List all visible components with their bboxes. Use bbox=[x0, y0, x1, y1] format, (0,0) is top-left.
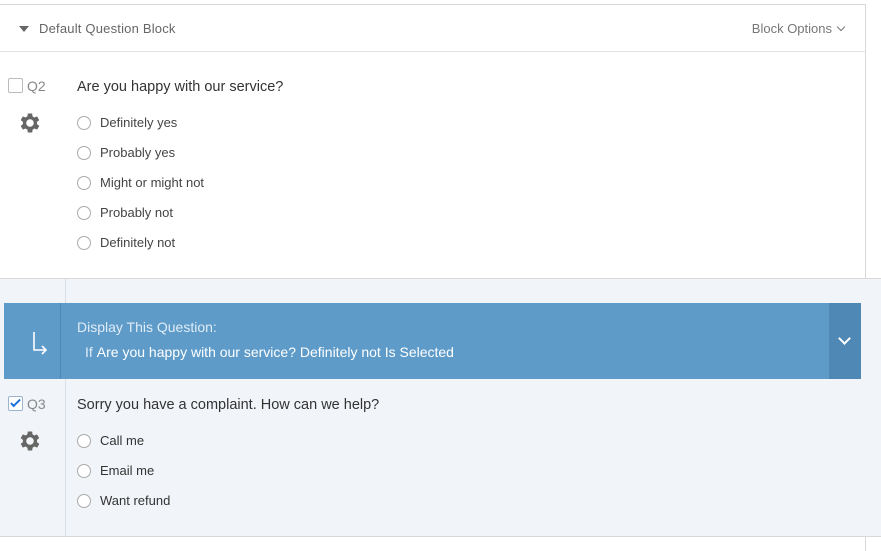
choice-label: Want refund bbox=[100, 493, 171, 508]
question-text[interactable]: Sorry you have a complaint. How can we h… bbox=[77, 397, 379, 413]
choice-option[interactable]: Probably not bbox=[77, 205, 173, 220]
choice-label: Email me bbox=[100, 463, 155, 478]
if-keyword: If bbox=[85, 344, 93, 360]
branch-arrow-icon bbox=[33, 332, 48, 355]
block-options-button[interactable]: Block Options bbox=[751, 21, 846, 36]
radio-button[interactable] bbox=[77, 205, 91, 220]
choice-label: Probably not bbox=[100, 205, 173, 220]
display-logic-banner[interactable]: Display This Question: If Are you happy w… bbox=[4, 303, 861, 379]
choice-label: Definitely yes bbox=[100, 115, 178, 130]
block-header: Default Question Block Block Options bbox=[0, 5, 865, 52]
bottom-border bbox=[0, 536, 881, 537]
display-logic-condition[interactable]: If Are you happy with our service? Defini… bbox=[85, 344, 454, 360]
radio-button[interactable] bbox=[77, 175, 91, 190]
logic-icon-cell bbox=[4, 303, 61, 379]
question-q2: Q2 Are you happy with our service? Defin… bbox=[0, 53, 865, 278]
choice-option[interactable]: Email me bbox=[77, 463, 154, 478]
choice-option[interactable]: Definitely yes bbox=[77, 115, 177, 130]
condition-text: Are you happy with our service? Definite… bbox=[96, 344, 454, 360]
display-logic-title: Display This Question: bbox=[77, 319, 217, 335]
block-options-label: Block Options bbox=[751, 21, 832, 36]
choice-label: Might or might not bbox=[100, 175, 205, 190]
choice-option[interactable]: Definitely not bbox=[77, 235, 175, 250]
choice-option[interactable]: Call me bbox=[77, 433, 144, 448]
check-icon bbox=[10, 396, 21, 408]
radio-button[interactable] bbox=[77, 115, 91, 130]
question-number: Q2 bbox=[27, 78, 46, 94]
question-select-checkbox[interactable] bbox=[8, 78, 23, 93]
question-select-checkbox[interactable] bbox=[8, 396, 23, 411]
question-text[interactable]: Are you happy with our service? bbox=[77, 79, 283, 95]
choice-option[interactable]: Want refund bbox=[77, 493, 170, 508]
radio-button[interactable] bbox=[77, 235, 91, 250]
chevron-down-icon bbox=[838, 332, 851, 345]
radio-button[interactable] bbox=[77, 493, 91, 508]
caret-down-icon[interactable] bbox=[19, 26, 29, 32]
choice-label: Definitely not bbox=[100, 235, 176, 250]
radio-button[interactable] bbox=[77, 145, 91, 160]
choice-label: Probably yes bbox=[100, 145, 176, 160]
choice-option[interactable]: Probably yes bbox=[77, 145, 175, 160]
display-logic-toggle-button[interactable] bbox=[829, 303, 861, 379]
choice-option[interactable]: Might or might not bbox=[77, 175, 204, 190]
radio-button[interactable] bbox=[77, 433, 91, 448]
question-number: Q3 bbox=[27, 396, 46, 412]
gear-icon[interactable] bbox=[17, 428, 43, 454]
chevron-down-icon bbox=[836, 22, 846, 31]
gear-icon[interactable] bbox=[17, 110, 43, 136]
block-title[interactable]: Default Question Block bbox=[39, 21, 176, 36]
choice-label: Call me bbox=[100, 433, 145, 448]
radio-button[interactable] bbox=[77, 463, 91, 478]
